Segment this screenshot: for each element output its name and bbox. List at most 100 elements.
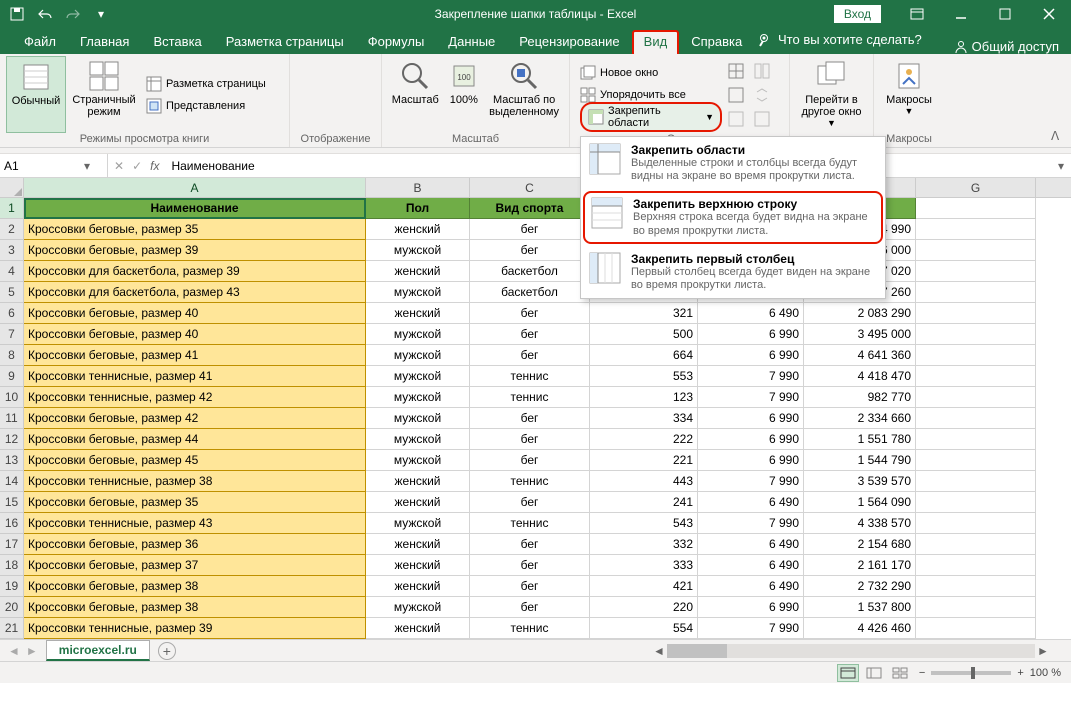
cell[interactable] bbox=[916, 429, 1036, 450]
cell[interactable]: женский bbox=[366, 576, 470, 597]
row-header[interactable]: 10 bbox=[0, 387, 24, 408]
cell[interactable]: 6 490 bbox=[698, 534, 804, 555]
cell[interactable]: 982 770 bbox=[804, 387, 916, 408]
zoom-level[interactable]: 100 % bbox=[1030, 667, 1061, 679]
row-header[interactable]: 17 bbox=[0, 534, 24, 555]
cell[interactable]: бег bbox=[470, 597, 590, 618]
cell[interactable]: женский bbox=[366, 555, 470, 576]
cell[interactable]: мужской bbox=[366, 324, 470, 345]
cell[interactable]: 220 bbox=[590, 597, 698, 618]
cell[interactable]: женский bbox=[366, 219, 470, 240]
name-box-dropdown-icon[interactable]: ▾ bbox=[84, 159, 90, 173]
row-header[interactable]: 13 bbox=[0, 450, 24, 471]
cell[interactable]: 2 161 170 bbox=[804, 555, 916, 576]
cell[interactable]: мужской bbox=[366, 429, 470, 450]
sheet-prev-icon[interactable]: ◄ bbox=[8, 644, 20, 658]
cell[interactable]: Кроссовки беговые, размер 39 bbox=[24, 240, 366, 261]
unhide-button[interactable] bbox=[726, 108, 752, 130]
cell[interactable] bbox=[916, 534, 1036, 555]
cell[interactable]: 2 732 290 bbox=[804, 576, 916, 597]
custom-views-button[interactable]: Представления bbox=[142, 95, 270, 117]
cell[interactable]: мужской bbox=[366, 513, 470, 534]
cell[interactable]: мужской bbox=[366, 408, 470, 429]
cell[interactable]: мужской bbox=[366, 345, 470, 366]
zoom-out-button[interactable]: − bbox=[919, 667, 925, 679]
tab-справка[interactable]: Справка bbox=[679, 30, 754, 54]
cell[interactable]: 222 bbox=[590, 429, 698, 450]
row-header[interactable]: 15 bbox=[0, 492, 24, 513]
cell[interactable]: Кроссовки беговые, размер 38 bbox=[24, 597, 366, 618]
row-header[interactable]: 18 bbox=[0, 555, 24, 576]
row-header[interactable]: 9 bbox=[0, 366, 24, 387]
select-all-corner[interactable] bbox=[0, 178, 24, 197]
cell[interactable]: Кроссовки для баскетбола, размер 39 bbox=[24, 261, 366, 282]
share-button[interactable]: Общий доступ bbox=[954, 39, 1059, 54]
cell[interactable]: Кроссовки беговые, размер 38 bbox=[24, 576, 366, 597]
minimize-icon[interactable] bbox=[939, 0, 983, 28]
cell[interactable]: 221 bbox=[590, 450, 698, 471]
cell[interactable]: 123 bbox=[590, 387, 698, 408]
cell[interactable] bbox=[916, 198, 1036, 219]
freeze-top-row-item[interactable]: Закрепить верхнюю строкуВерхняя строка в… bbox=[583, 191, 883, 243]
cell[interactable]: теннис bbox=[470, 387, 590, 408]
cell[interactable]: 1 551 780 bbox=[804, 429, 916, 450]
tell-me-search[interactable]: Что вы хотите сделать? bbox=[758, 32, 922, 47]
cell[interactable]: Кроссовки беговые, размер 45 bbox=[24, 450, 366, 471]
cell[interactable]: теннис bbox=[470, 618, 590, 639]
cell[interactable]: 6 990 bbox=[698, 408, 804, 429]
tab-данные[interactable]: Данные bbox=[436, 30, 507, 54]
cell[interactable]: 4 641 360 bbox=[804, 345, 916, 366]
cell[interactable]: 3 495 000 bbox=[804, 324, 916, 345]
cell[interactable]: 332 bbox=[590, 534, 698, 555]
cell[interactable] bbox=[916, 282, 1036, 303]
cell[interactable]: 4 418 470 bbox=[804, 366, 916, 387]
cell[interactable] bbox=[916, 471, 1036, 492]
cell[interactable]: мужской bbox=[366, 597, 470, 618]
cell[interactable]: 7 990 bbox=[698, 387, 804, 408]
cell[interactable]: 1 544 790 bbox=[804, 450, 916, 471]
row-header[interactable]: 3 bbox=[0, 240, 24, 261]
status-page-layout-icon[interactable] bbox=[863, 664, 885, 682]
fx-icon[interactable]: fx bbox=[150, 159, 159, 173]
cell[interactable]: Кроссовки беговые, размер 40 bbox=[24, 324, 366, 345]
tab-вставка[interactable]: Вставка bbox=[141, 30, 213, 54]
reset-pos-button[interactable] bbox=[752, 108, 778, 130]
cell[interactable]: 333 bbox=[590, 555, 698, 576]
cell[interactable]: женский bbox=[366, 534, 470, 555]
cell[interactable]: Кроссовки беговые, размер 37 bbox=[24, 555, 366, 576]
cell[interactable]: женский bbox=[366, 492, 470, 513]
cell[interactable]: Кроссовки теннисные, размер 38 bbox=[24, 471, 366, 492]
cell[interactable]: 443 bbox=[590, 471, 698, 492]
qat-dropdown-icon[interactable]: ▾ bbox=[90, 3, 112, 25]
cell[interactable]: 664 bbox=[590, 345, 698, 366]
cell[interactable]: бег bbox=[470, 534, 590, 555]
tab-формулы[interactable]: Формулы bbox=[356, 30, 437, 54]
view-side-button[interactable] bbox=[752, 60, 778, 82]
cell[interactable] bbox=[916, 408, 1036, 429]
page-break-view-button[interactable]: Страничный режим bbox=[66, 56, 142, 133]
cell[interactable]: мужской bbox=[366, 366, 470, 387]
cell[interactable] bbox=[916, 576, 1036, 597]
hide-button[interactable] bbox=[726, 84, 752, 106]
hscroll-right-icon[interactable]: ► bbox=[1035, 643, 1051, 659]
col-header[interactable]: A bbox=[24, 178, 366, 197]
cell[interactable]: 6 990 bbox=[698, 429, 804, 450]
split-button[interactable] bbox=[726, 60, 752, 82]
cell[interactable]: 6 490 bbox=[698, 303, 804, 324]
maximize-icon[interactable] bbox=[983, 0, 1027, 28]
add-sheet-button[interactable]: + bbox=[158, 642, 176, 660]
cell[interactable]: Кроссовки беговые, размер 42 bbox=[24, 408, 366, 429]
cell[interactable]: бег bbox=[470, 429, 590, 450]
hscroll-left-icon[interactable]: ◄ bbox=[651, 643, 667, 659]
cell[interactable]: бег bbox=[470, 219, 590, 240]
cell[interactable]: Кроссовки теннисные, размер 43 bbox=[24, 513, 366, 534]
cell[interactable] bbox=[916, 555, 1036, 576]
cell[interactable]: бег bbox=[470, 240, 590, 261]
row-header[interactable]: 1 bbox=[0, 198, 24, 219]
cell[interactable]: 421 bbox=[590, 576, 698, 597]
cell[interactable]: Пол bbox=[366, 198, 470, 219]
row-header[interactable]: 4 bbox=[0, 261, 24, 282]
redo-icon[interactable] bbox=[62, 3, 84, 25]
accept-formula-icon[interactable]: ✓ bbox=[132, 159, 142, 173]
hscroll-thumb[interactable] bbox=[667, 644, 727, 658]
